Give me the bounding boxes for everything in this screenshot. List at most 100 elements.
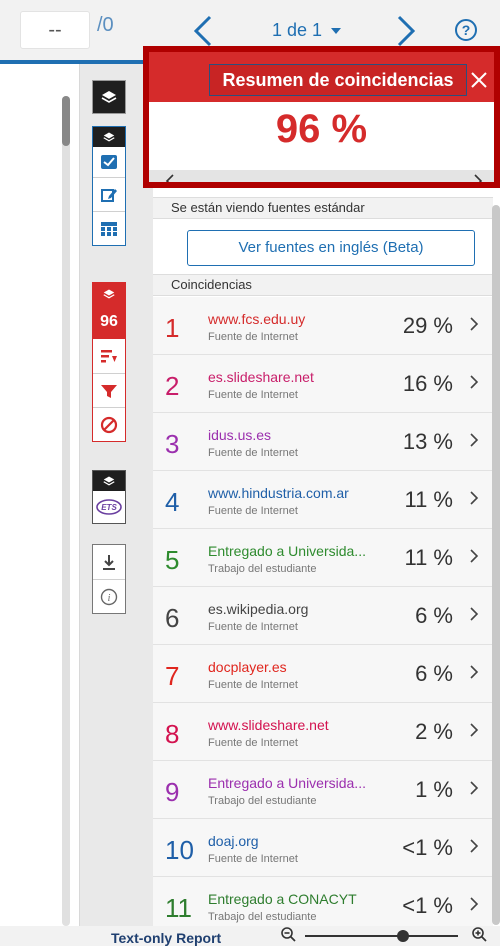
- match-percentage: 2 %: [415, 719, 453, 744]
- document-scrollbar-track[interactable]: [62, 96, 70, 926]
- filter-button[interactable]: [93, 373, 125, 407]
- chevron-right-icon[interactable]: [469, 607, 479, 621]
- checkmark-icon: [101, 155, 117, 169]
- match-row[interactable]: 8 www.slideshare.net Fuente de Internet 2 %: [153, 703, 493, 761]
- match-source-name: Entregado a Universida...: [208, 775, 366, 791]
- next-page-icon[interactable]: [393, 14, 419, 48]
- chevron-right-icon[interactable]: [469, 549, 479, 563]
- match-row[interactable]: 9 Entregado a Universida... Trabajo del es…: [153, 761, 493, 819]
- zoom-slider-track[interactable]: [305, 935, 458, 937]
- overall-similarity-value: 96 %: [275, 107, 368, 151]
- match-row[interactable]: 3 idus.us.es Fuente de Internet 13 %: [153, 413, 493, 471]
- page-number-input[interactable]: --: [20, 11, 90, 49]
- match-source-name: es.slideshare.net: [208, 369, 314, 385]
- match-source-type: Fuente de Internet: [208, 853, 298, 865]
- grid-icon: [101, 221, 117, 236]
- match-number: 6: [165, 603, 180, 633]
- match-source-type: Trabajo del estudiante: [208, 563, 317, 575]
- zoom-out-icon[interactable]: [280, 926, 296, 942]
- ets-layer-header[interactable]: [93, 471, 125, 491]
- chevron-right-icon[interactable]: [469, 433, 479, 447]
- match-row[interactable]: 4 www.hindustria.com.ar Fuente de Internet…: [153, 471, 493, 529]
- match-row[interactable]: 6 es.wikipedia.org Fuente de Internet 6 %: [153, 587, 493, 645]
- chevron-right-icon[interactable]: [469, 839, 479, 853]
- page-count-dropdown[interactable]: 1 de 1: [272, 20, 342, 41]
- match-percentage: 6 %: [415, 603, 453, 628]
- chevron-right-icon[interactable]: [469, 723, 479, 737]
- match-source-name: Entregado a Universida...: [208, 543, 366, 559]
- match-row[interactable]: 11 Entregado a CONACYT Trabajo del estudia…: [153, 877, 493, 926]
- chevron-right-icon[interactable]: [469, 781, 479, 795]
- match-source-type: Fuente de Internet: [208, 331, 298, 343]
- match-number: 7: [165, 661, 180, 691]
- match-source-name: Entregado a CONACYT: [208, 891, 357, 907]
- layers-button[interactable]: [92, 80, 126, 114]
- page-total-label: /0: [97, 14, 114, 36]
- sort-sources-button[interactable]: [93, 339, 125, 373]
- rubric-button[interactable]: [93, 211, 125, 245]
- match-percentage: 16 %: [402, 371, 453, 396]
- match-source-type: Trabajo del estudiante: [208, 795, 317, 807]
- match-percentage: 1 %: [415, 777, 453, 802]
- match-percentage: 11 %: [404, 487, 453, 512]
- text-only-report-link[interactable]: Text-only Report: [111, 930, 221, 946]
- matches-header: Coincidencias: [153, 274, 493, 296]
- match-source-type: Fuente de Internet: [208, 737, 298, 749]
- match-row[interactable]: 5 Entregado a Universida... Trabajo del es…: [153, 529, 493, 587]
- match-source-name: docplayer.es: [208, 659, 287, 675]
- ets-button[interactable]: ETS: [93, 491, 125, 523]
- match-row[interactable]: 10 doaj.org Fuente de Internet <1 %: [153, 819, 493, 877]
- ets-logo-icon: ETS: [96, 499, 122, 515]
- match-number: 3: [165, 429, 180, 459]
- chevron-right-icon[interactable]: [469, 897, 479, 911]
- match-source-name: www.hindustria.com.ar: [208, 485, 349, 501]
- layers-icon: [103, 476, 115, 486]
- match-count-button[interactable]: 96: [93, 305, 125, 339]
- match-percentage: 6 %: [415, 661, 453, 686]
- previous-page-icon[interactable]: [190, 14, 216, 48]
- match-row[interactable]: 1 www.fcs.edu.uy Fuente de Internet 29 %: [153, 297, 493, 355]
- match-percentage: 29 %: [402, 313, 453, 338]
- info-button[interactable]: i: [93, 579, 125, 613]
- help-icon[interactable]: ?: [455, 19, 477, 41]
- match-number: 4: [165, 487, 180, 517]
- checkmark-button[interactable]: [93, 147, 125, 177]
- zoom-slider-handle[interactable]: [397, 930, 409, 942]
- match-row[interactable]: 2 es.slideshare.net Fuente de Internet 16 %: [153, 355, 493, 413]
- match-source-type: Fuente de Internet: [208, 505, 298, 517]
- similarity-layer-header[interactable]: [93, 283, 125, 305]
- match-number: 11: [165, 893, 192, 923]
- layers-icon: [103, 132, 115, 142]
- chevron-right-icon[interactable]: [471, 174, 485, 188]
- zoom-in-icon[interactable]: [471, 926, 487, 942]
- match-source-name: idus.us.es: [208, 427, 272, 443]
- match-source-type: Trabajo del estudiante: [208, 911, 317, 923]
- match-source-name: es.wikipedia.org: [208, 601, 309, 617]
- chevron-left-icon[interactable]: [163, 174, 177, 188]
- match-source-type: Fuente de Internet: [208, 447, 298, 459]
- edit-comment-button[interactable]: [93, 177, 125, 211]
- chevron-right-icon[interactable]: [469, 317, 479, 331]
- match-percentage: 11 %: [404, 545, 453, 570]
- match-row[interactable]: 7 docplayer.es Fuente de Internet 6 %: [153, 645, 493, 703]
- match-percentage: 13 %: [402, 429, 453, 454]
- chevron-right-icon[interactable]: [469, 665, 479, 679]
- download-button[interactable]: [93, 545, 125, 579]
- chevron-right-icon[interactable]: [469, 375, 479, 389]
- match-number: 2: [165, 371, 180, 401]
- exclude-sources-button[interactable]: [93, 407, 125, 441]
- match-summary-popup: Resumen de coincidencias 96 %: [143, 46, 500, 188]
- close-icon[interactable]: [463, 64, 495, 96]
- download-info-group: i: [92, 544, 126, 614]
- chevron-right-icon[interactable]: [469, 491, 479, 505]
- match-source-type: Fuente de Internet: [208, 679, 298, 691]
- similarity-tool-group: 96: [92, 282, 126, 442]
- document-scrollbar-thumb[interactable]: [62, 96, 70, 146]
- match-number: 9: [165, 777, 180, 807]
- sort-icon: [101, 350, 117, 363]
- grading-layer-header[interactable]: [93, 127, 125, 147]
- info-icon: i: [100, 588, 118, 605]
- panel-scrollbar[interactable]: [492, 205, 500, 925]
- view-english-sources-button[interactable]: Ver fuentes en inglés (Beta): [187, 230, 475, 266]
- match-source-type: Fuente de Internet: [208, 621, 298, 633]
